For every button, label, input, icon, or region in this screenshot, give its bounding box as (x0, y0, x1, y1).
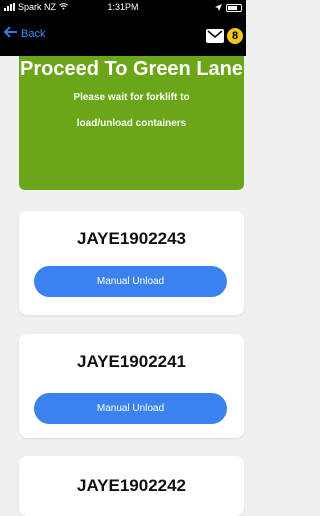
back-button[interactable]: Back (3, 26, 46, 41)
banner-title: Proceed To Green Lane (19, 58, 244, 80)
container-card: JAYE1902243 Manual Unload (19, 211, 244, 315)
container-code: JAYE1902241 (76, 352, 187, 371)
clock: 1:31PM (107, 2, 139, 12)
manual-unload-button[interactable]: Manual Unload (34, 393, 227, 424)
container-card: JAYE1902242 (19, 456, 244, 516)
container-card: JAYE1902241 Manual Unload (19, 334, 244, 438)
manual-unload-button[interactable]: Manual Unload (34, 266, 227, 297)
mail-icon[interactable] (206, 29, 224, 43)
top-bar: Spark NZ 1:31PM Back 8 (0, 0, 246, 56)
banner-message-line-2: load/unload containers (76, 118, 187, 129)
back-arrow-icon (3, 26, 21, 41)
status-bar: Spark NZ 1:31PM (0, 0, 246, 14)
notification-badge[interactable]: 8 (227, 28, 243, 44)
status-banner: Proceed To Green Lane Please wait for fo… (19, 56, 244, 190)
container-code: JAYE1902242 (76, 476, 187, 495)
back-label: Back (21, 27, 46, 40)
container-code: JAYE1902243 (76, 229, 187, 248)
banner-message-line-1: Please wait for forklift to (73, 92, 190, 103)
location-arrow-icon (215, 3, 222, 13)
battery-icon (226, 4, 242, 12)
